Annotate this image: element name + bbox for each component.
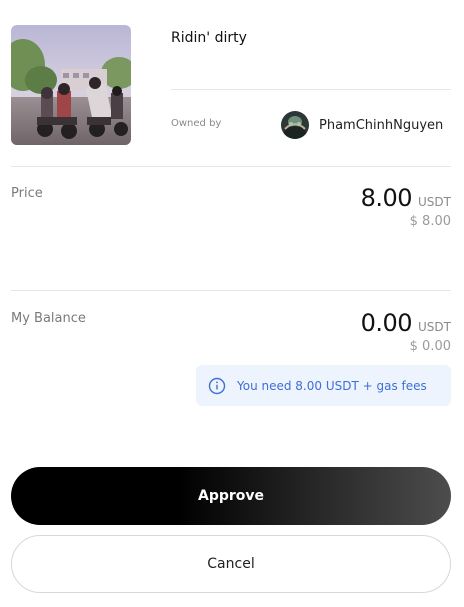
insufficient-funds-notice: You need 8.00 USDT + gas fees [196, 365, 451, 406]
divider [11, 166, 451, 167]
balance-unit: USDT [418, 320, 451, 334]
notice-text: You need 8.00 USDT + gas fees [237, 378, 427, 393]
price-amount: 8.00 USDT [361, 184, 451, 212]
cancel-button[interactable]: Cancel [11, 535, 451, 593]
price-label: Price [11, 186, 43, 201]
price-unit: USDT [418, 195, 451, 209]
balance-fiat: $ 0.00 [409, 339, 451, 354]
approve-button[interactable]: Approve [11, 467, 451, 525]
nft-title: Ridin' dirty [171, 30, 247, 46]
price-fiat: $ 8.00 [409, 214, 451, 229]
divider [11, 290, 451, 291]
balance-label: My Balance [11, 311, 86, 326]
info-icon [208, 377, 226, 394]
balance-amount: 0.00 USDT [361, 309, 451, 337]
price-value: 8.00 [360, 184, 413, 212]
owner[interactable]: PhamChinhNguyen [281, 111, 443, 139]
nft-thumbnail [11, 25, 131, 145]
balance-value: 0.00 [360, 309, 413, 337]
owner-avatar [281, 111, 309, 139]
owner-name: PhamChinhNguyen [319, 117, 444, 133]
owned-by-label: Owned by [171, 118, 222, 129]
divider [171, 89, 451, 90]
